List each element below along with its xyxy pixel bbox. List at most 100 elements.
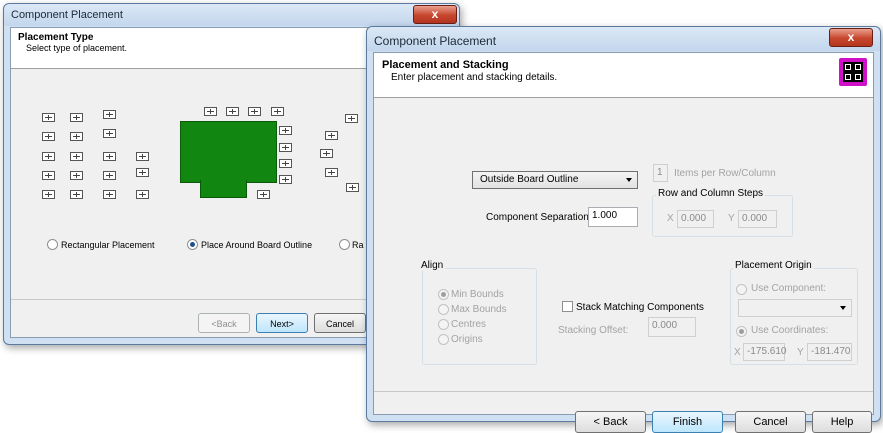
- component-icon: [204, 107, 217, 116]
- align-title: Align: [419, 260, 446, 271]
- max-bounds-label: Max Bounds: [451, 304, 507, 315]
- component-dropdown[interactable]: [738, 299, 852, 317]
- row-column-steps-group: Row and Column Steps X 0.000 Y 0.000: [652, 188, 793, 237]
- component-icon: [70, 171, 83, 180]
- next-button[interactable]: Next>: [256, 313, 308, 333]
- row-column-steps-label: Row and Column Steps: [656, 188, 766, 199]
- dialog-body: Placement and Stacking Enter placement a…: [373, 52, 874, 433]
- title-bar[interactable]: Component Placement x: [367, 27, 880, 51]
- component-icon: [42, 132, 55, 141]
- items-per-row-label: Items per Row/Column: [674, 168, 776, 179]
- component-icon: [136, 168, 149, 177]
- component-icon: [325, 131, 338, 140]
- window-title: Component Placement: [374, 34, 497, 48]
- stack-matching-label: Stack Matching Components: [576, 302, 704, 313]
- component-icon: [271, 107, 284, 116]
- component-icon: [279, 126, 292, 135]
- window-title: Component Placement: [11, 9, 123, 21]
- chevron-down-icon: [626, 178, 632, 182]
- board-shape-tab: [200, 180, 247, 198]
- component-icon: [346, 183, 359, 192]
- component-icon: [42, 190, 55, 199]
- radio-use-coordinates[interactable]: [736, 326, 747, 337]
- component-icon: [103, 129, 116, 138]
- placement-grid-icon: [839, 58, 867, 86]
- radio-centres[interactable]: [438, 319, 449, 330]
- placement-origin-title: Placement Origin: [733, 260, 814, 271]
- component-icon: [103, 152, 116, 161]
- origin-x-field[interactable]: -175.610: [743, 343, 786, 361]
- wizard-header: Placement and Stacking Enter placement a…: [374, 53, 873, 98]
- chevron-down-icon: [840, 306, 846, 310]
- component-icon: [103, 110, 116, 119]
- cancel-button[interactable]: Cancel: [314, 313, 366, 333]
- stacking-offset-field[interactable]: 0.000: [648, 317, 696, 337]
- header-title: Placement Type: [18, 32, 94, 43]
- component-icon: [248, 107, 261, 116]
- origins-label: Origins: [451, 334, 483, 345]
- use-component-label: Use Component:: [751, 283, 827, 294]
- radio-max-bounds[interactable]: [438, 304, 449, 315]
- header-title: Placement and Stacking: [382, 59, 509, 71]
- component-icon: [42, 152, 55, 161]
- finish-button[interactable]: Finish: [652, 411, 723, 433]
- y-step-label: Y: [728, 213, 735, 224]
- component-icon: [42, 171, 55, 180]
- footer-separator: [374, 391, 873, 392]
- component-icon: [70, 152, 83, 161]
- radio-around-outline[interactable]: [187, 239, 198, 250]
- component-icon: [226, 107, 239, 116]
- option-radial-label: Ra: [352, 240, 364, 250]
- use-coordinates-label: Use Coordinates:: [751, 325, 829, 336]
- component-icon: [279, 143, 292, 152]
- component-icon: [279, 175, 292, 184]
- back-button[interactable]: < Back: [575, 411, 646, 433]
- centres-label: Centres: [451, 319, 487, 330]
- origin-x-label: X: [734, 347, 741, 358]
- separation-field[interactable]: 1.000: [588, 207, 638, 227]
- component-icon: [136, 152, 149, 161]
- component-icon: [70, 132, 83, 141]
- radio-use-component[interactable]: [736, 284, 747, 295]
- x-step-field[interactable]: 0.000: [677, 210, 714, 228]
- placement-mode-value: Outside Board Outline: [480, 174, 579, 185]
- placement-mode-dropdown[interactable]: Outside Board Outline: [472, 171, 638, 189]
- radio-radial[interactable]: [339, 239, 350, 250]
- y-step-field[interactable]: 0.000: [738, 210, 777, 228]
- radio-rectangular[interactable]: [47, 239, 58, 250]
- component-icon: [325, 168, 338, 177]
- origin-y-field[interactable]: -181.470: [807, 343, 852, 361]
- component-icon: [136, 190, 149, 199]
- component-icon: [70, 190, 83, 199]
- back-button[interactable]: <Back: [198, 313, 250, 333]
- component-icon: [42, 113, 55, 122]
- component-icon: [103, 171, 116, 180]
- placement-stacking-window: Component Placement x Placement and Stac…: [366, 26, 881, 433]
- help-button[interactable]: Help: [812, 411, 872, 433]
- stack-matching-checkbox[interactable]: [562, 301, 573, 312]
- component-icon: [103, 190, 116, 199]
- min-bounds-label: Min Bounds: [451, 289, 504, 300]
- close-button[interactable]: x: [413, 5, 457, 24]
- stacking-offset-label: Stacking Offset:: [558, 325, 629, 336]
- align-group: Align: [419, 260, 537, 365]
- header-subtitle: Enter placement and stacking details.: [391, 72, 558, 83]
- component-icon: [70, 113, 83, 122]
- items-per-row-field[interactable]: 1: [653, 164, 668, 182]
- option-rectangular-label: Rectangular Placement: [61, 240, 155, 250]
- header-subtitle: Select type of placement.: [26, 43, 128, 53]
- component-icon: [320, 149, 333, 158]
- origin-y-label: Y: [797, 347, 804, 358]
- cancel-button[interactable]: Cancel: [735, 411, 806, 433]
- separation-label: Component Separation:: [486, 212, 592, 223]
- close-button[interactable]: x: [829, 28, 873, 47]
- component-icon: [257, 190, 270, 199]
- option-around-outline-label: Place Around Board Outline: [201, 240, 313, 250]
- radio-min-bounds[interactable]: [438, 289, 449, 300]
- radio-origins[interactable]: [438, 334, 449, 345]
- title-bar[interactable]: Component Placement x: [4, 4, 459, 26]
- board-shape: [180, 121, 277, 183]
- component-icon: [279, 159, 292, 168]
- x-step-label: X: [667, 213, 674, 224]
- component-icon: [345, 114, 358, 123]
